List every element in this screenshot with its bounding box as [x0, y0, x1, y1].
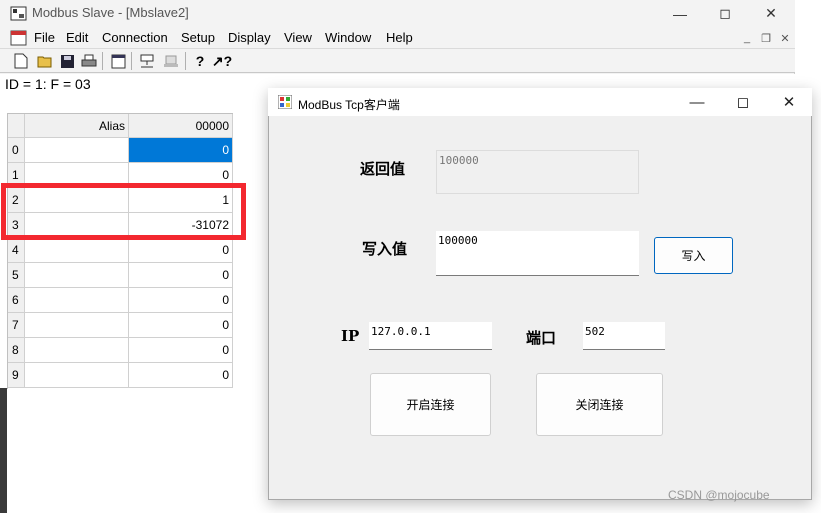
highlight-box	[1, 183, 246, 240]
value-cell[interactable]: 0	[129, 313, 233, 338]
open-button[interactable]	[35, 51, 55, 71]
value-cell[interactable]: 0	[129, 263, 233, 288]
menu-setup[interactable]: Setup	[181, 30, 215, 45]
close-button[interactable]: ✕	[748, 0, 794, 27]
maximize-button[interactable]: ◻	[702, 0, 748, 27]
new-button[interactable]	[11, 51, 31, 71]
connect-button[interactable]	[137, 51, 157, 71]
print-button[interactable]	[79, 51, 99, 71]
close-icon: ✕	[780, 32, 790, 45]
return-value-field: 100000	[436, 150, 639, 194]
help-icon: ?	[195, 53, 205, 69]
ip-label: IP	[341, 327, 360, 345]
menu-window[interactable]: Window	[325, 30, 371, 45]
write-value-label: 写入值	[362, 240, 408, 258]
form-icon	[278, 95, 292, 109]
menu-display[interactable]: Display	[228, 30, 271, 45]
save-button[interactable]	[57, 51, 77, 71]
toolbar-separator	[185, 52, 186, 70]
app-title: Modbus Slave - [Mbslave2]	[32, 5, 189, 20]
background-window-strip	[0, 388, 7, 513]
maximize-icon: ◻	[736, 94, 750, 111]
mdi-minimize-button[interactable]: _	[738, 30, 756, 46]
network-off-icon	[164, 55, 178, 67]
menu-file[interactable]: File	[34, 30, 55, 45]
return-value-label: 返回值	[360, 160, 406, 178]
ip-input[interactable]: 127.0.0.1	[369, 322, 492, 350]
menu-bar: File Edit Connection Setup Display View …	[0, 27, 795, 49]
toolbar-separator	[102, 52, 103, 70]
menu-connection[interactable]: Connection	[102, 30, 168, 45]
toolbar: ? ↗?	[0, 49, 795, 73]
row-header: 7	[8, 313, 25, 338]
value-cell[interactable]: 0	[129, 363, 233, 388]
write-value-input[interactable]: 100000	[436, 231, 639, 276]
alias-cell[interactable]	[25, 363, 129, 388]
dialog-close-button[interactable]: ✕	[766, 88, 812, 116]
value-cell[interactable]: 0	[129, 288, 233, 313]
value-cell[interactable]: 0	[129, 238, 233, 263]
close-connection-button[interactable]: 关闭连接	[536, 373, 663, 436]
minimize-icon: _	[743, 32, 751, 44]
context-help-icon: ↗?	[211, 52, 233, 69]
toolbar-separator	[131, 52, 132, 70]
close-icon: ✕	[782, 94, 796, 111]
restore-icon: ❐	[761, 32, 771, 45]
save-icon	[60, 54, 74, 68]
alias-cell[interactable]	[25, 313, 129, 338]
mdi-restore-button[interactable]: ❐	[757, 30, 775, 46]
window-icon	[111, 54, 125, 68]
watermark-text: CSDN @mojocube	[668, 488, 770, 502]
alias-cell[interactable]	[25, 263, 129, 288]
value-column-header[interactable]: 00000	[129, 114, 233, 138]
context-help-button[interactable]: ↗?	[212, 51, 232, 71]
row-header: 8	[8, 338, 25, 363]
alias-cell[interactable]	[25, 138, 129, 163]
status-line: ID = 1: F = 03	[5, 76, 91, 92]
folder-open-icon	[37, 56, 52, 68]
dialog-minimize-button[interactable]: —	[674, 88, 720, 116]
mdi-close-button[interactable]: ✕	[776, 30, 794, 46]
close-icon: ✕	[765, 5, 777, 21]
window-button[interactable]	[108, 51, 128, 71]
alias-cell[interactable]	[25, 288, 129, 313]
row-header: 5	[8, 263, 25, 288]
alias-cell[interactable]	[25, 338, 129, 363]
minimize-button[interactable]: —	[657, 0, 703, 27]
network-icon	[140, 54, 154, 67]
dialog-maximize-button[interactable]: ◻	[720, 88, 766, 116]
minimize-icon: —	[689, 93, 705, 111]
value-cell[interactable]: 0	[129, 138, 233, 163]
port-label: 端口	[526, 329, 557, 347]
row-header: 9	[8, 363, 25, 388]
help-button[interactable]: ?	[190, 51, 210, 71]
port-input[interactable]: 502	[583, 322, 665, 350]
menu-view[interactable]: View	[284, 30, 312, 45]
grid-corner	[8, 114, 25, 138]
value-cell[interactable]: 0	[129, 338, 233, 363]
app-icon	[10, 6, 27, 21]
row-header: 6	[8, 288, 25, 313]
dialog-title: ModBus Tcp客户端	[298, 98, 400, 112]
menu-edit[interactable]: Edit	[66, 30, 88, 45]
new-file-icon	[14, 53, 28, 69]
maximize-icon: ◻	[719, 5, 731, 21]
title-bar[interactable]: Modbus Slave - [Mbslave2] — ◻ ✕	[0, 0, 795, 27]
doc-icon	[10, 30, 27, 46]
menu-help[interactable]: Help	[386, 30, 413, 45]
minimize-icon: —	[673, 5, 687, 22]
row-header: 4	[8, 238, 25, 263]
open-connection-button[interactable]: 开启连接	[370, 373, 491, 436]
row-header: 0	[8, 138, 25, 163]
write-button[interactable]: 写入	[654, 237, 733, 274]
disconnect-button[interactable]	[161, 51, 181, 71]
alias-column-header[interactable]: Alias	[25, 114, 129, 138]
printer-icon	[81, 54, 97, 66]
alias-cell[interactable]	[25, 238, 129, 263]
